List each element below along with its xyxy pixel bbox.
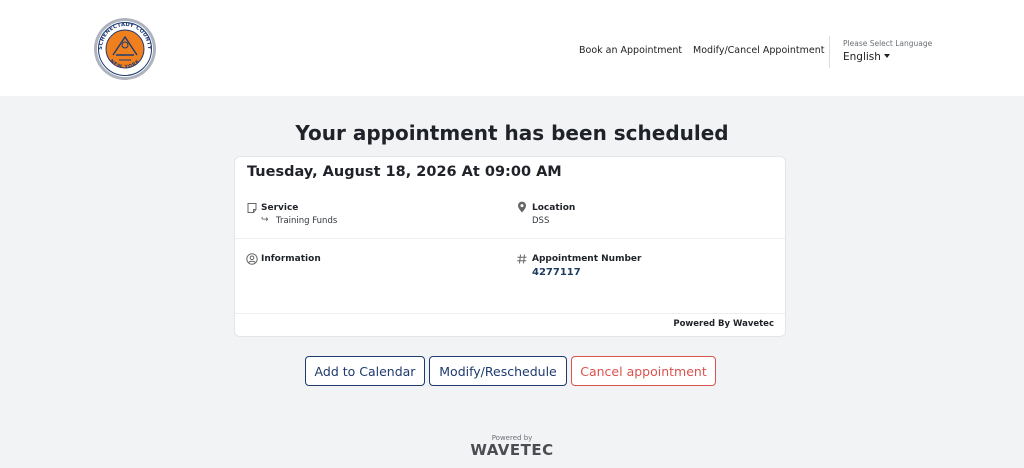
information-label: Information bbox=[261, 254, 321, 264]
user-circle-icon bbox=[246, 253, 258, 265]
sub-arrow-icon: ↪ bbox=[261, 215, 269, 225]
card-footer-divider bbox=[235, 313, 785, 314]
page-title: Your appointment has been scheduled bbox=[295, 121, 729, 145]
nav-book-appointment-link[interactable]: Book an Appointment bbox=[579, 45, 682, 56]
top-header: SCHENECTADY COUNTY NEW YORK Book an Appo… bbox=[0, 0, 1024, 96]
cancel-appointment-button[interactable]: Cancel appointment bbox=[571, 356, 716, 386]
add-to-calendar-button[interactable]: Add to Calendar bbox=[305, 356, 425, 386]
county-seal-logo[interactable]: SCHENECTADY COUNTY NEW YORK bbox=[92, 17, 158, 81]
service-label: Service bbox=[261, 203, 299, 213]
footer-brand-logo: WAVETEC bbox=[470, 441, 554, 459]
language-caption: Please Select Language bbox=[843, 39, 933, 48]
modify-reschedule-button[interactable]: Modify/Reschedule bbox=[429, 356, 567, 386]
caret-down-icon bbox=[883, 54, 890, 58]
nav-modify-cancel-link[interactable]: Modify/Cancel Appointment bbox=[693, 45, 824, 56]
location-label: Location bbox=[532, 203, 576, 213]
location-value: DSS bbox=[532, 216, 550, 226]
service-value: Training Funds bbox=[276, 216, 338, 226]
card-powered-by: Powered By Wavetec bbox=[673, 319, 774, 329]
language-dropdown[interactable]: English bbox=[843, 51, 890, 63]
card-row-divider bbox=[235, 238, 785, 239]
hash-icon bbox=[517, 254, 527, 264]
map-pin-icon bbox=[518, 201, 526, 213]
note-icon bbox=[247, 203, 257, 213]
appointment-card: Tuesday, August 18, 2026 At 09:00 AM Ser… bbox=[234, 156, 786, 337]
language-selected-value: English bbox=[843, 51, 881, 63]
appointment-number-value: 4277117 bbox=[532, 267, 581, 278]
appointment-number-label: Appointment Number bbox=[532, 254, 642, 264]
appointment-datetime: Tuesday, August 18, 2026 At 09:00 AM bbox=[247, 164, 562, 180]
nav-divider bbox=[829, 36, 830, 68]
